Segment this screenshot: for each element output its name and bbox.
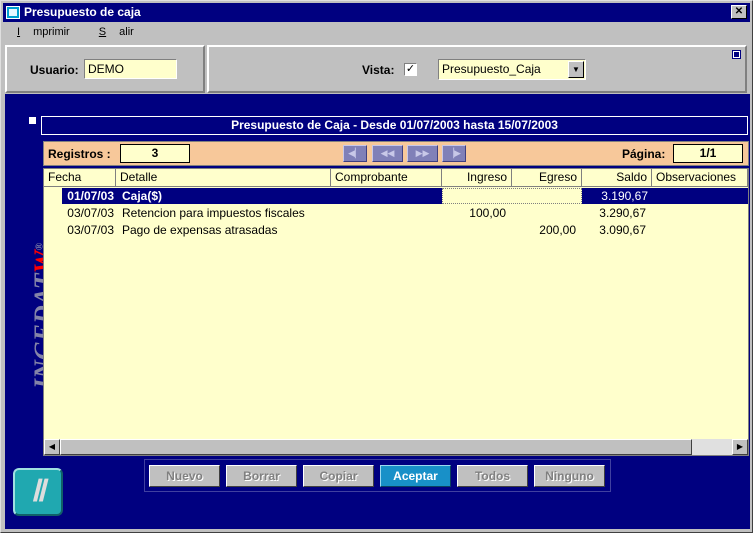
usuario-field[interactable]: DEMO <box>84 59 177 79</box>
app-window: Presupuesto de caja ✕ Imprimir Salir Usu… <box>0 0 753 533</box>
table-row[interactable]: 03/07/03 Pago de expensas atrasadas 200,… <box>44 222 748 238</box>
panel-toggle-icon[interactable] <box>732 50 741 59</box>
table-row[interactable]: 03/07/03 Retencion para impuestos fiscal… <box>44 205 748 221</box>
close-button[interactable]: ✕ <box>731 5 747 19</box>
menu-bar: Imprimir Salir <box>3 23 750 41</box>
pagina-value: 1/1 <box>673 144 743 163</box>
cell-ingreso[interactable] <box>442 188 582 204</box>
vista-checkbox[interactable]: ✓ <box>404 63 417 76</box>
nuevo-button[interactable]: Nuevo <box>149 465 220 487</box>
first-page-icon[interactable]: ◀▏ <box>343 145 367 162</box>
cell-saldo: 3.190,67 <box>582 188 748 204</box>
cell-detalle: Retencion para impuestos fiscales <box>122 206 305 220</box>
col-egreso[interactable]: Egreso <box>512 169 582 187</box>
app-logo-button[interactable]: Ⅱ <box>13 468 63 516</box>
window-icon <box>6 6 20 19</box>
col-observaciones[interactable]: Observaciones <box>652 169 748 187</box>
registros-count: 3 <box>120 144 190 163</box>
last-page-icon[interactable]: ▕▶ <box>442 145 466 162</box>
vista-select-value: Presupuesto_Caja <box>442 62 541 76</box>
cell-saldo: 3.290,67 <box>599 206 646 220</box>
cell-saldo: 3.090,67 <box>599 223 646 237</box>
usuario-label: Usuario: <box>30 63 79 77</box>
col-ingreso[interactable]: Ingreso <box>442 169 512 187</box>
cell-fecha: 03/07/03 <box>67 223 114 237</box>
cell-egreso <box>512 205 580 221</box>
registros-label: Registros : <box>48 147 111 161</box>
grid-header: Fecha Detalle Comprobante Ingreso Egreso… <box>44 169 748 187</box>
window-title: Presupuesto de caja <box>24 5 141 19</box>
vista-select[interactable]: Presupuesto_Caja ▼ <box>438 59 586 80</box>
action-bar: Nuevo Borrar Copiar Aceptar Todos Ningun… <box>144 459 611 492</box>
user-panel: Usuario: DEMO <box>5 45 205 93</box>
title-bar: Presupuesto de caja ✕ <box>3 3 750 22</box>
menu-imprimir[interactable]: Imprimir <box>10 26 76 38</box>
menu-salir[interactable]: Salir <box>92 26 140 38</box>
collapse-icon[interactable] <box>28 116 37 125</box>
cell-detalle: Caja($) <box>118 188 442 204</box>
cell-fecha: 03/07/03 <box>67 206 114 220</box>
report-title: Presupuesto de Caja - Desde 01/07/2003 h… <box>41 116 748 135</box>
horizontal-scrollbar[interactable]: ◀ ▶ <box>44 439 748 455</box>
data-grid: Fecha Detalle Comprobante Ingreso Egreso… <box>43 168 749 456</box>
vista-label: Vista: <box>362 63 395 77</box>
scroll-right-icon[interactable]: ▶ <box>732 439 748 455</box>
table-row[interactable]: 01/07/03 Caja($) 3.190,67 <box>44 188 748 204</box>
next-page-icon[interactable]: ▶▶ <box>407 145 438 162</box>
cell-ingreso <box>442 222 510 238</box>
scroll-thumb[interactable] <box>60 439 692 455</box>
col-saldo[interactable]: Saldo <box>582 169 652 187</box>
borrar-button[interactable]: Borrar <box>226 465 297 487</box>
col-detalle[interactable]: Detalle <box>116 169 331 187</box>
aceptar-button[interactable]: Aceptar <box>380 465 451 487</box>
prev-page-icon[interactable]: ◀◀ <box>372 145 403 162</box>
todos-button[interactable]: Todos <box>457 465 528 487</box>
brand-logo-text: INGEDATW® <box>7 201 58 401</box>
copiar-button[interactable]: Copiar <box>303 465 374 487</box>
col-comprobante[interactable]: Comprobante <box>331 169 442 187</box>
scroll-left-icon[interactable]: ◀ <box>44 439 60 455</box>
record-navigator: Registros : 3 ◀▏ ◀◀ ▶▶ ▕▶ Página: 1/1 <box>43 141 749 166</box>
ninguno-button[interactable]: Ninguno <box>534 465 605 487</box>
cell-ingreso: 100,00 <box>469 206 506 220</box>
cell-egreso: 200,00 <box>539 223 576 237</box>
cell-detalle: Pago de expensas atrasadas <box>122 223 278 237</box>
col-fecha[interactable]: Fecha <box>44 169 116 187</box>
pagina-label: Página: <box>622 147 666 161</box>
cell-fecha: 01/07/03 <box>62 188 118 204</box>
view-panel: Vista: ✓ Presupuesto_Caja ▼ <box>207 45 747 93</box>
chevron-down-icon[interactable]: ▼ <box>568 61 584 78</box>
